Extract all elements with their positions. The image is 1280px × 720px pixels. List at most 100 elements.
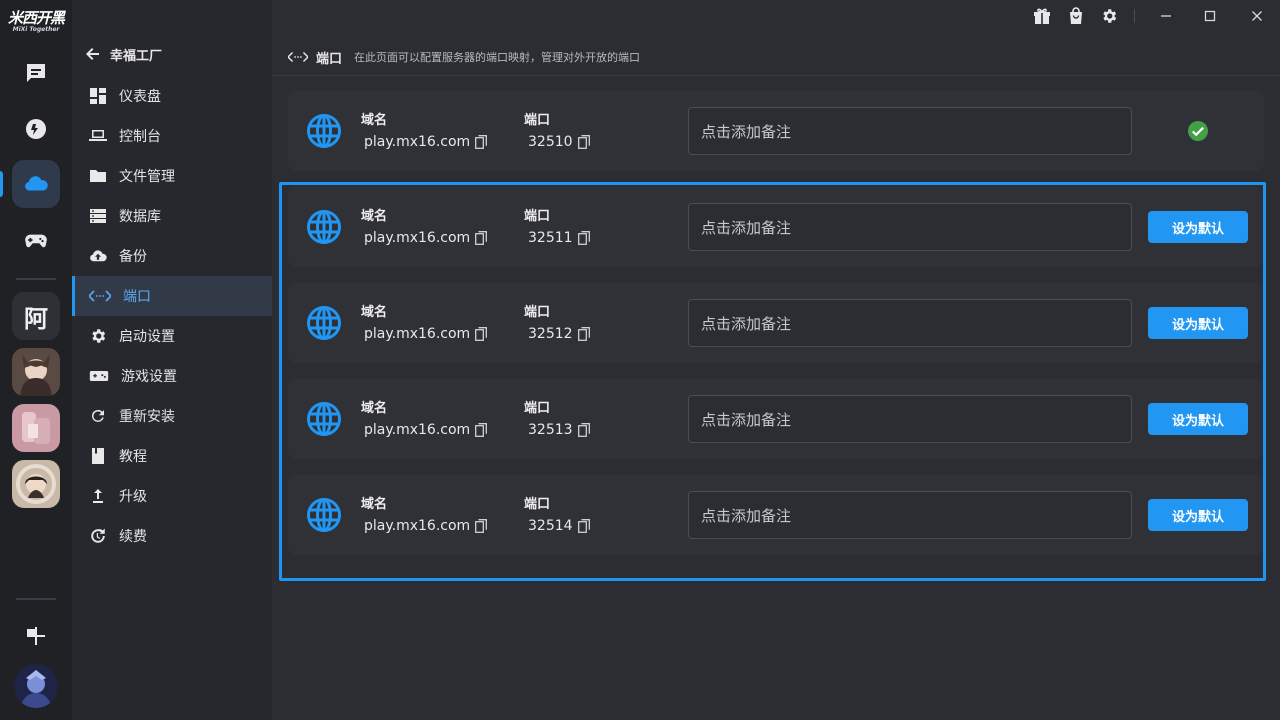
server-avatar-1[interactable] [12, 348, 60, 396]
set-default-button[interactable]: 设为默认 [1148, 211, 1248, 243]
avatar-image [14, 664, 58, 708]
nav-item-startup-settings[interactable]: 启动设置 [72, 316, 272, 356]
copy-icon[interactable] [577, 135, 590, 149]
cloud-server-rail-button[interactable] [12, 160, 60, 208]
nav-item-console[interactable]: 控制台 [72, 116, 272, 156]
copy-icon[interactable] [577, 519, 590, 533]
app-logo: 米西开黑 MiXi Together [4, 10, 68, 36]
nav-item-label: 端口 [123, 289, 151, 305]
arrow-left-icon [86, 48, 99, 60]
copy-icon[interactable] [475, 519, 488, 533]
nav-item-upgrade[interactable]: 升级 [72, 476, 272, 516]
note-input[interactable]: 点击添加备注 [688, 491, 1132, 539]
nav-item-renew[interactable]: 续费 [72, 516, 272, 556]
copy-icon[interactable] [577, 231, 590, 245]
server-avatar-3[interactable] [12, 460, 60, 508]
renew-icon [91, 528, 105, 543]
settings-button[interactable] [1099, 6, 1119, 26]
book-icon [92, 448, 104, 464]
domain-label: 域名 [361, 305, 388, 320]
port-label: 端口 [524, 401, 551, 416]
shopping-bag-icon [1070, 7, 1082, 24]
server-avatar-text[interactable]: 阿 [12, 292, 60, 340]
port-label: 端口 [524, 497, 551, 512]
port-card: 域名 play.mx16.com 端口 32511 点击添加备注 设为默认 [288, 187, 1264, 267]
port-icon [89, 290, 111, 302]
close-button[interactable] [1246, 5, 1268, 27]
logo-subtext: MiXi Together [12, 26, 60, 33]
copy-icon[interactable] [577, 327, 590, 341]
nav-item-reinstall[interactable]: 重新安装 [72, 396, 272, 436]
copy-icon[interactable] [577, 423, 590, 437]
globe-icon [307, 306, 341, 340]
nav-item-files[interactable]: 文件管理 [72, 156, 272, 196]
nav-item-game-settings[interactable]: 游戏设置 [72, 356, 272, 396]
games-rail-button[interactable] [12, 216, 60, 264]
port-card: 域名 play.mx16.com 端口 32513 点击添加备注 设为默认 [288, 379, 1264, 459]
copy-icon[interactable] [475, 423, 488, 437]
avatar-image [12, 348, 60, 396]
domain-text: play.mx16.com [364, 422, 471, 438]
add-server-button[interactable] [12, 612, 60, 660]
copy-icon[interactable] [475, 135, 488, 149]
set-default-button[interactable]: 设为默认 [1148, 403, 1248, 435]
domain-value: play.mx16.com [364, 518, 488, 534]
compass-icon [26, 119, 46, 139]
discover-rail-button[interactable] [12, 105, 60, 153]
nav-item-label: 文件管理 [119, 169, 175, 185]
dashboard-icon [90, 88, 106, 104]
port-label: 端口 [524, 209, 551, 224]
nav-item-label: 仪表盘 [119, 89, 161, 105]
note-input[interactable]: 点击添加备注 [688, 203, 1132, 251]
rail-divider [16, 278, 56, 280]
gamepad-icon [25, 234, 47, 248]
domain-text: play.mx16.com [364, 326, 471, 342]
globe-icon [307, 210, 341, 244]
maximize-button[interactable] [1199, 5, 1221, 27]
port-text: 32510 [528, 134, 573, 150]
laptop-icon [89, 130, 107, 141]
nav-item-label: 续费 [119, 529, 147, 545]
note-input[interactable]: 点击添加备注 [688, 395, 1132, 443]
back-to-server[interactable]: 幸福工厂 [86, 42, 162, 66]
upgrade-icon [93, 489, 103, 503]
domain-text: play.mx16.com [364, 518, 471, 534]
copy-icon[interactable] [475, 327, 488, 341]
page-description: 在此页面可以配置服务器的端口映射，管理对外开放的端口 [354, 51, 641, 64]
nav-item-database[interactable]: 数据库 [72, 196, 272, 236]
domain-label: 域名 [361, 401, 388, 416]
nav-item-label: 教程 [119, 449, 147, 465]
port-text: 32512 [528, 326, 573, 342]
note-input[interactable]: 点击添加备注 [688, 299, 1132, 347]
page-title: 端口 [316, 51, 343, 67]
server-nav: 幸福工厂 仪表盘 控制台 文件管理 数据库 备份 端口 启动设置 游戏设置 重新… [72, 0, 272, 720]
domain-label: 域名 [361, 209, 388, 224]
gift-button[interactable] [1032, 6, 1052, 26]
page-header: 端口 在此页面可以配置服务器的端口映射，管理对外开放的端口 [288, 46, 640, 68]
port-label: 端口 [524, 305, 551, 320]
set-default-button[interactable]: 设为默认 [1148, 499, 1248, 531]
app-rail: 米西开黑 MiXi Together 阿 [0, 0, 72, 720]
domain-text: play.mx16.com [364, 230, 471, 246]
logo-text: 米西开黑 [7, 9, 65, 27]
nav-item-dashboard[interactable]: 仪表盘 [72, 76, 272, 116]
copy-icon[interactable] [475, 231, 488, 245]
nav-item-backup[interactable]: 备份 [72, 236, 272, 276]
gear-icon [92, 329, 106, 343]
note-input[interactable]: 点击添加备注 [688, 107, 1132, 155]
close-icon [1252, 11, 1262, 21]
globe-icon [307, 402, 341, 436]
nav-item-ports[interactable]: 端口 [72, 276, 272, 316]
server-avatar-2[interactable] [12, 404, 60, 452]
nav-item-tutorial[interactable]: 教程 [72, 436, 272, 476]
user-avatar[interactable] [14, 664, 58, 708]
header-divider [272, 75, 1280, 76]
shop-button[interactable] [1066, 6, 1086, 26]
port-text: 32513 [528, 422, 573, 438]
minimize-button[interactable] [1155, 5, 1177, 27]
database-icon [90, 209, 106, 223]
domain-label: 域名 [361, 113, 388, 128]
gift-icon [1034, 8, 1050, 24]
set-default-button[interactable]: 设为默认 [1148, 307, 1248, 339]
messages-rail-button[interactable] [12, 49, 60, 97]
